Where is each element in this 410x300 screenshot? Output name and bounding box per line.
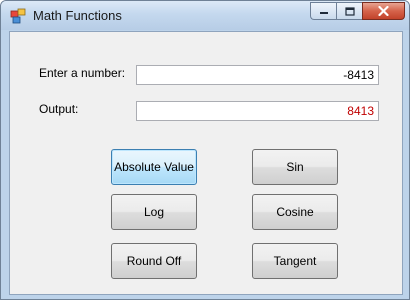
log-button[interactable]: Log bbox=[111, 194, 197, 230]
form-client-area: Enter a number: -8413 Output: 8413 Absol… bbox=[9, 31, 403, 295]
sin-button[interactable]: Sin bbox=[252, 149, 338, 185]
tangent-button[interactable]: Tangent bbox=[252, 243, 338, 279]
title-bar[interactable]: Math Functions bbox=[1, 1, 409, 30]
minimize-icon bbox=[319, 12, 328, 14]
app-window-icon bbox=[10, 8, 26, 24]
app-window: Math Functions Enter a number: -8413 Out… bbox=[0, 0, 410, 300]
absolute-value-button[interactable]: Absolute Value bbox=[111, 149, 197, 185]
window-title: Math Functions bbox=[33, 8, 122, 23]
output-field[interactable]: 8413 bbox=[136, 101, 379, 121]
maximize-button[interactable] bbox=[336, 2, 362, 20]
cosine-button[interactable]: Cosine bbox=[252, 194, 338, 230]
output-label: Output: bbox=[39, 102, 79, 116]
minimize-button[interactable] bbox=[310, 2, 336, 20]
input-label: Enter a number: bbox=[39, 66, 126, 80]
number-input[interactable]: -8413 bbox=[136, 65, 379, 85]
close-icon bbox=[378, 6, 389, 16]
maximize-icon bbox=[344, 6, 355, 16]
round-off-button[interactable]: Round Off bbox=[111, 243, 197, 279]
close-button[interactable] bbox=[362, 2, 405, 20]
caption-buttons bbox=[310, 2, 405, 20]
